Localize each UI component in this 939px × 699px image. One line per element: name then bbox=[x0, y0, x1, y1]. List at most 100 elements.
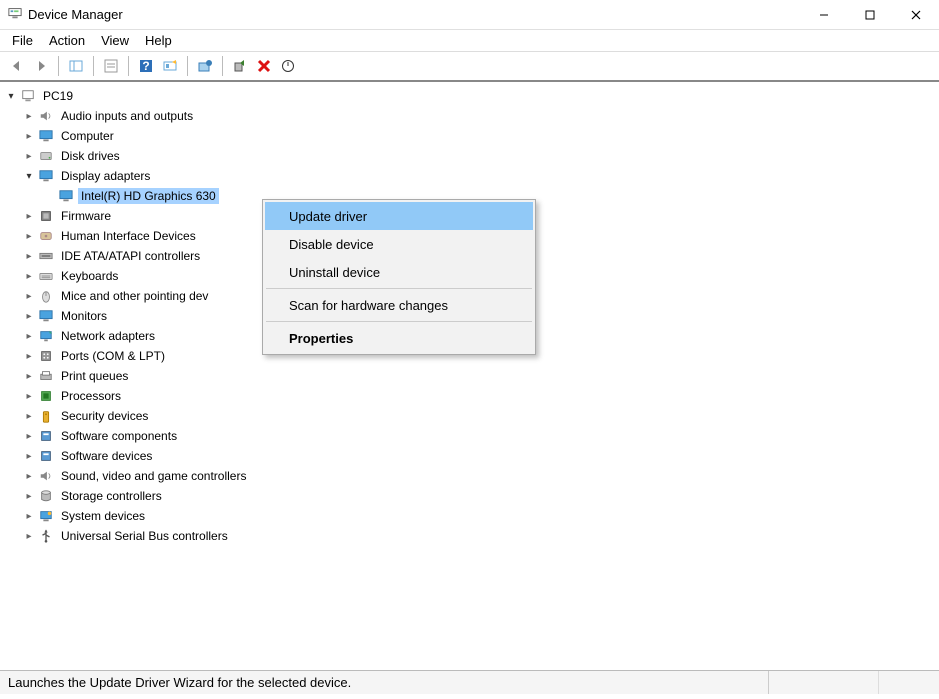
tree-node-label: Software components bbox=[58, 428, 180, 444]
context-menu-item-0[interactable]: Update driver bbox=[265, 202, 533, 230]
toolbar-separator bbox=[128, 56, 129, 76]
tree-category-18[interactable]: ▸ Storage controllers bbox=[2, 486, 937, 506]
toolbar-separator bbox=[93, 56, 94, 76]
tree-node-label: Processors bbox=[58, 388, 124, 404]
context-menu-item-6[interactable]: Properties bbox=[265, 324, 533, 352]
tree-node-label: Mice and other pointing dev bbox=[58, 288, 211, 304]
properties-button[interactable] bbox=[100, 55, 122, 77]
expand-collapse-toggle[interactable]: ▸ bbox=[22, 251, 36, 262]
tree-category-19[interactable]: ▸ System devices bbox=[2, 506, 937, 526]
expand-collapse-toggle[interactable]: ▾ bbox=[22, 171, 36, 182]
expand-collapse-toggle[interactable]: ▸ bbox=[22, 511, 36, 522]
expand-collapse-toggle[interactable]: ▸ bbox=[22, 431, 36, 442]
hid-icon bbox=[38, 228, 54, 244]
tree-node-label: Intel(R) HD Graphics 630 bbox=[78, 188, 219, 204]
context-menu-item-1[interactable]: Disable device bbox=[265, 230, 533, 258]
expand-collapse-toggle[interactable]: ▸ bbox=[22, 271, 36, 282]
tree-category-14[interactable]: ▸Security devices bbox=[2, 406, 937, 426]
software-icon bbox=[38, 448, 54, 464]
statusbar-pane-2 bbox=[769, 671, 879, 694]
tree-category-15[interactable]: ▸ Software components bbox=[2, 426, 937, 446]
uninstall-device-button[interactable] bbox=[253, 55, 275, 77]
tree-node-label: IDE ATA/ATAPI controllers bbox=[58, 248, 203, 264]
update-driver-button[interactable] bbox=[194, 55, 216, 77]
tree-category-16[interactable]: ▸ Software devices bbox=[2, 446, 937, 466]
software-icon bbox=[38, 428, 54, 444]
minimize-button[interactable] bbox=[801, 0, 847, 30]
tree-node-label: Storage controllers bbox=[58, 488, 165, 504]
show-hide-tree-button[interactable] bbox=[65, 55, 87, 77]
monitor-icon bbox=[38, 168, 54, 184]
menu-file[interactable]: File bbox=[4, 31, 41, 50]
expand-collapse-toggle[interactable]: ▸ bbox=[22, 451, 36, 462]
tree-category-0[interactable]: ▸ Audio inputs and outputs bbox=[2, 106, 937, 126]
device-tree[interactable]: ▾PC19▸Audio inputs and outputs▸Computer▸… bbox=[0, 82, 939, 670]
expand-collapse-toggle[interactable]: ▸ bbox=[22, 131, 36, 142]
expand-collapse-toggle[interactable]: ▾ bbox=[4, 91, 18, 102]
tree-node-label: Keyboards bbox=[58, 268, 121, 284]
tree-category-1[interactable]: ▸Computer bbox=[2, 126, 937, 146]
tree-category-12[interactable]: ▸ Print queues bbox=[2, 366, 937, 386]
tree-category-17[interactable]: ▸Sound, video and game controllers bbox=[2, 466, 937, 486]
toolbar: ? bbox=[0, 52, 939, 82]
menu-view[interactable]: View bbox=[93, 31, 137, 50]
tree-node-label: Disk drives bbox=[58, 148, 123, 164]
tree-category-3[interactable]: ▾Display adapters bbox=[2, 166, 937, 186]
speaker-icon bbox=[38, 468, 54, 484]
statusbar-pane-3 bbox=[879, 671, 939, 694]
scan-hardware-button[interactable] bbox=[159, 55, 181, 77]
tree-node-label: Firmware bbox=[58, 208, 114, 224]
context-menu: Update driverDisable deviceUninstall dev… bbox=[262, 199, 536, 355]
expand-collapse-toggle[interactable]: ▸ bbox=[22, 211, 36, 222]
monitor-icon bbox=[38, 128, 54, 144]
tree-node-label: Software devices bbox=[58, 448, 155, 464]
security-icon bbox=[38, 408, 54, 424]
disk-icon bbox=[38, 148, 54, 164]
menu-help[interactable]: Help bbox=[137, 31, 180, 50]
expand-collapse-toggle[interactable]: ▸ bbox=[22, 491, 36, 502]
tree-category-20[interactable]: ▸Universal Serial Bus controllers bbox=[2, 526, 937, 546]
expand-collapse-toggle[interactable]: ▸ bbox=[22, 291, 36, 302]
expand-collapse-toggle[interactable]: ▸ bbox=[22, 311, 36, 322]
usb-icon bbox=[38, 528, 54, 544]
help-button[interactable]: ? bbox=[135, 55, 157, 77]
chip-icon bbox=[38, 208, 54, 224]
statusbar: Launches the Update Driver Wizard for th… bbox=[0, 670, 939, 694]
tree-category-13[interactable]: ▸ Processors bbox=[2, 386, 937, 406]
storage-icon bbox=[38, 488, 54, 504]
tree-node-label: Human Interface Devices bbox=[58, 228, 199, 244]
port-icon bbox=[38, 348, 54, 364]
tree-root[interactable]: ▾ PC19 bbox=[2, 86, 937, 106]
menu-action[interactable]: Action bbox=[41, 31, 93, 50]
context-menu-item-4[interactable]: Scan for hardware changes bbox=[265, 291, 533, 319]
nav-forward-button[interactable] bbox=[30, 55, 52, 77]
expand-collapse-toggle[interactable]: ▸ bbox=[22, 411, 36, 422]
tree-node-label: Audio inputs and outputs bbox=[58, 108, 196, 124]
expand-collapse-toggle[interactable]: ▸ bbox=[22, 111, 36, 122]
nav-back-button[interactable] bbox=[6, 55, 28, 77]
maximize-button[interactable] bbox=[847, 0, 893, 30]
expand-collapse-toggle[interactable]: ▸ bbox=[22, 531, 36, 542]
expand-collapse-toggle[interactable]: ▸ bbox=[22, 471, 36, 482]
monitor-icon bbox=[38, 308, 54, 324]
expand-collapse-toggle[interactable]: ▸ bbox=[22, 351, 36, 362]
expand-collapse-toggle[interactable]: ▸ bbox=[22, 231, 36, 242]
enable-device-button[interactable] bbox=[229, 55, 251, 77]
tree-category-2[interactable]: ▸ Disk drives bbox=[2, 146, 937, 166]
tree-node-label: Print queues bbox=[58, 368, 131, 384]
context-menu-separator bbox=[266, 321, 532, 322]
toolbar-separator bbox=[187, 56, 188, 76]
tree-node-label: System devices bbox=[58, 508, 148, 524]
context-menu-item-2[interactable]: Uninstall device bbox=[265, 258, 533, 286]
expand-collapse-toggle[interactable]: ▸ bbox=[22, 151, 36, 162]
ide-icon bbox=[38, 248, 54, 264]
expand-collapse-toggle[interactable]: ▸ bbox=[22, 371, 36, 382]
close-button[interactable] bbox=[893, 0, 939, 30]
disable-device-button[interactable] bbox=[277, 55, 299, 77]
tree-node-label: Monitors bbox=[58, 308, 110, 324]
expand-collapse-toggle[interactable]: ▸ bbox=[22, 391, 36, 402]
tree-node-label: Ports (COM & LPT) bbox=[58, 348, 168, 364]
expand-collapse-toggle[interactable]: ▸ bbox=[22, 331, 36, 342]
tree-node-label: PC19 bbox=[40, 88, 76, 104]
keyboard-icon bbox=[38, 268, 54, 284]
